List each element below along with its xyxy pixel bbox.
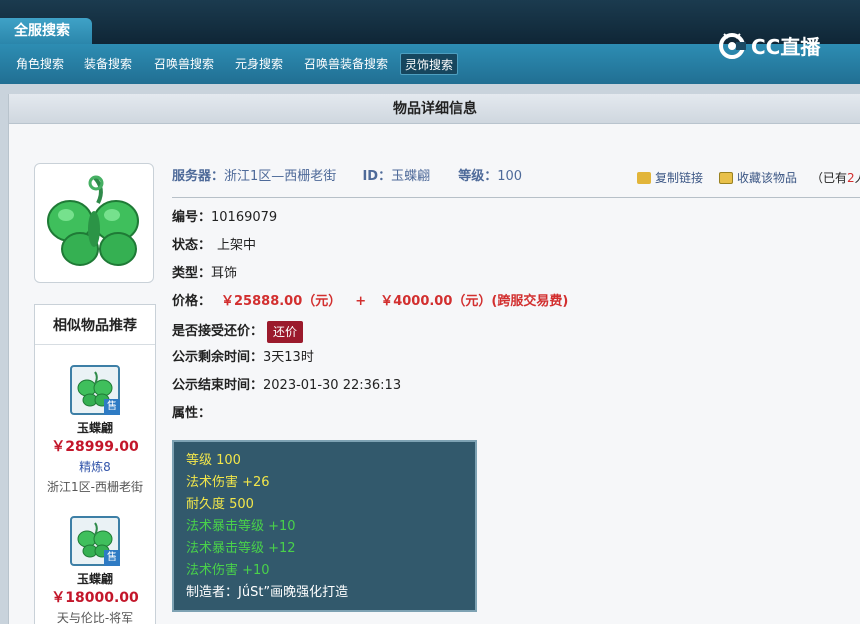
counter-offer-row: 是否接受还价： 还价 (172, 320, 304, 344)
tab-global-search[interactable]: 全服搜索 (0, 18, 92, 45)
similar-title: 相似物品推荐 (35, 305, 155, 345)
favorite-count-value: 2 (847, 171, 855, 185)
serial-label: 编号： (172, 210, 212, 225)
item-image (34, 163, 154, 283)
cc-live-logo: CC直播 (718, 30, 820, 60)
remain-time-row: 公示剩余时间：3天13时 (172, 348, 314, 368)
attr-line: 法术暴击等级 +10 (186, 519, 296, 534)
nav-role-search[interactable]: 角色搜索 (12, 53, 68, 75)
counter-label: 是否接受还价： (172, 324, 264, 339)
panel-title: 物品详细信息 (9, 94, 860, 124)
cc-logo-icon (719, 33, 746, 59)
favorite-label: 收藏该物品 (737, 171, 798, 185)
server-label: 服务器： (172, 169, 225, 184)
jade-butterfly-earring-icon (47, 175, 139, 266)
nav-pet-search[interactable]: 召唤兽搜索 (150, 53, 218, 75)
attr-line: 等级 100 (186, 453, 241, 468)
remain-value: 3天13时 (263, 350, 314, 365)
nav-yuanshen-search[interactable]: 元身搜索 (231, 53, 287, 75)
attr-line: 法术暴击等级 +12 (186, 541, 296, 556)
level-value: 100 (497, 169, 523, 184)
copy-link-icon (637, 172, 651, 184)
sale-badge: 售 (104, 399, 120, 415)
attr-line: 耐久度 500 (186, 497, 254, 512)
logo-text: CC直播 (751, 34, 821, 59)
similar-item-refine: 精炼8 (79, 460, 111, 474)
attributes-box: 等级 100 法术伤害 +26 耐久度 500 法术暴击等级 +10 法术暴击等… (172, 440, 477, 612)
copy-link-button[interactable]: 复制链接 (637, 169, 703, 187)
status-label: 状态： (172, 238, 212, 253)
status-row: 状态： 上架中 (172, 236, 256, 256)
fee-value: ￥4000.00（元）(跨服交易费) (380, 294, 569, 309)
similar-item-name: 玉蝶翩 (76, 572, 113, 586)
attr-label: 属性： (172, 406, 212, 421)
id-value: 玉蝶翩 (391, 169, 431, 184)
serial-row: 编号：10169079 (172, 208, 277, 228)
similar-item-price: ￥28999.00 (51, 439, 139, 455)
id-label: ID： (362, 169, 392, 184)
similar-item-name: 玉蝶翩 (76, 421, 113, 435)
attr-line: 法术伤害 +10 (186, 563, 270, 578)
favorite-count-suffix: 人 (855, 169, 860, 187)
end-label: 公示结束时间： (172, 378, 264, 393)
price-row: 价格： ￥25888.00（元） + ￥4000.00（元）(跨服交易费) (172, 292, 568, 312)
similar-item-server: 浙江1区-西栅老街 (47, 480, 143, 494)
type-row: 类型：耳饰 (172, 264, 237, 284)
level-label: 等级： (458, 169, 498, 184)
similar-item-server: 天与伦比-将军 (56, 611, 134, 624)
nav-pet-equipment-search[interactable]: 召唤兽装备搜索 (300, 53, 392, 75)
type-label: 类型： (172, 266, 212, 281)
nav-equipment-search[interactable]: 装备搜索 (80, 53, 136, 75)
item-detail-panel: 物品详细信息 服务器：浙江1区—西栅老街 ID：玉蝶翩 等级：100 复制链接 … (8, 94, 860, 624)
price-label: 价格： (172, 294, 212, 309)
price-plus: + (355, 294, 367, 309)
attributes-row: 属性： (172, 404, 211, 424)
divider (172, 197, 860, 198)
attr-line: 法术伤害 +26 (186, 475, 270, 490)
copy-link-label: 复制链接 (655, 171, 704, 185)
serial-value: 10169079 (211, 210, 278, 225)
nav-accessory-search[interactable]: 灵饰搜索 (400, 53, 459, 75)
sale-badge: 售 (104, 550, 120, 566)
end-time-row: 公示结束时间：2023-01-30 22:36:13 (172, 376, 401, 396)
price-value: ￥25888.00（元） (221, 294, 342, 309)
favorite-count-prefix: （已有 (811, 171, 848, 185)
similar-items-panel: 相似物品推荐 售 玉蝶翩 ￥28999.00 精炼8 浙江1区-西栅老街 售 玉… (34, 304, 156, 624)
similar-item[interactable]: 售 玉蝶翩 ￥18000.00 天与伦比-将军 (35, 516, 155, 624)
end-value: 2023-01-30 22:36:13 (263, 378, 402, 393)
similar-item-thumbnail[interactable]: 售 (70, 516, 120, 566)
type-value: 耳饰 (211, 266, 238, 281)
attr-line: 制造者：JǘSt”画晚强化打造 (186, 585, 349, 600)
favorite-count: （已有2人 (811, 169, 860, 187)
favorite-button[interactable]: 收藏该物品 (719, 169, 797, 187)
counter-offer-button[interactable]: 还价 (267, 320, 304, 343)
status-value: 上架中 (217, 238, 257, 253)
favorite-icon (719, 172, 733, 184)
remain-label: 公示剩余时间： (172, 350, 264, 365)
similar-item[interactable]: 售 玉蝶翩 ￥28999.00 精炼8 浙江1区-西栅老街 (35, 365, 155, 497)
similar-item-price: ￥18000.00 (51, 590, 139, 606)
server-value: 浙江1区—西栅老街 (224, 169, 337, 184)
similar-item-thumbnail[interactable]: 售 (70, 365, 120, 415)
item-header-row: 服务器：浙江1区—西栅老街 ID：玉蝶翩 等级：100 (172, 167, 522, 187)
